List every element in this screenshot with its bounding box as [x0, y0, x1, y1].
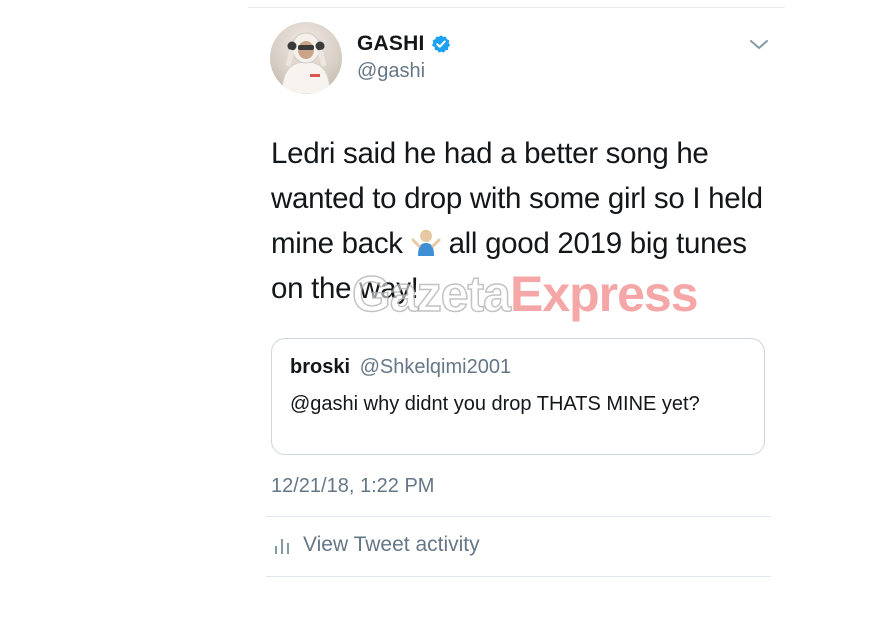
verified-badge-icon — [431, 34, 451, 54]
chevron-down-icon[interactable] — [749, 38, 769, 52]
tweet-text: Ledri said he had a better song he wante… — [271, 131, 781, 311]
quoted-tweet-card[interactable]: broski @Shkelqimi2001 @gashi why didnt y… — [271, 338, 765, 455]
quoted-tweet-name: broski — [290, 356, 351, 378]
divider — [266, 576, 771, 577]
quoted-tweet-text: @gashi why didnt you drop THATS MINE yet… — [290, 393, 700, 415]
tweet-text-line: on the way! — [271, 272, 419, 305]
tweet-text-fragment: mine back — [271, 227, 403, 260]
tweet-text-fragment: all good 2019 big tunes — [448, 227, 747, 260]
tweet-text-line: Ledri said he had a better song he — [271, 137, 709, 170]
view-tweet-activity-button[interactable]: View Tweet activity — [273, 533, 480, 557]
view-tweet-activity-label: View Tweet activity — [303, 533, 480, 556]
divider — [266, 516, 771, 517]
quoted-tweet-handle: @Shkelqimi2001 — [359, 356, 512, 378]
person-shrugging-emoji — [411, 224, 441, 256]
tweet-text-line: mine back all good 2019 big tunes — [271, 221, 781, 266]
quoted-tweet-header: broski @Shkelqimi2001 — [290, 356, 511, 379]
top-divider — [248, 7, 785, 8]
author-display-name[interactable]: GASHI — [357, 32, 425, 56]
bar-chart-icon — [273, 535, 291, 555]
author-name-row[interactable]: GASHI — [357, 32, 451, 56]
author-handle[interactable]: @gashi — [357, 60, 425, 83]
avatar-image — [281, 32, 331, 94]
avatar[interactable] — [270, 22, 342, 94]
tweet-timestamp[interactable]: 12/21/18, 1:22 PM — [271, 475, 434, 498]
tweet-text-line: wanted to drop with some girl so I held — [271, 182, 763, 215]
